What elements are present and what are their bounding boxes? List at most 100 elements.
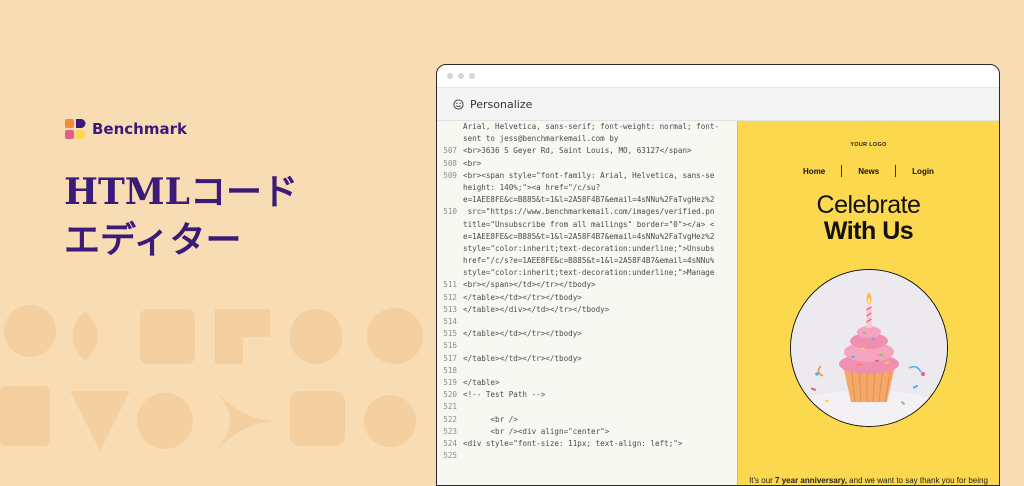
code-line[interactable]: e=1AEE8FE&c=B885&t=1&l=2A58F4B7&email=4s… <box>437 231 737 243</box>
benchmark-logo-icon <box>65 119 86 139</box>
preview-nav-news[interactable]: News <box>842 167 895 176</box>
html-code-editor[interactable]: Arial, Helvetica, sans-serif; font-weigh… <box>437 121 737 485</box>
preview-nav-login[interactable]: Login <box>896 167 950 176</box>
brand-logo: Benchmark <box>64 118 187 140</box>
editor-toolbar: Personalize <box>437 87 999 121</box>
smiley-icon[interactable] <box>453 98 464 110</box>
code-text[interactable]: <br><span style="font-family: Arial, Hel… <box>463 170 714 182</box>
code-line[interactable]: 514 <box>437 316 737 328</box>
code-text[interactable]: </table></td></tr></tbody> <box>463 353 582 365</box>
brand-name: Benchmark <box>92 120 187 138</box>
editor-window: Personalize Arial, Helvetica, sans-serif… <box>436 64 1000 486</box>
line-number <box>437 133 463 145</box>
line-number: 507 <box>443 146 457 156</box>
code-text[interactable]: src="https://www.benchmarkemail.com/imag… <box>463 206 715 218</box>
code-text[interactable]: title="Unsubscribe from all mailings" bo… <box>463 219 714 231</box>
code-text[interactable]: <!-- Test Path --> <box>463 389 545 401</box>
code-line[interactable]: 513 </table></div></td></tr></tbody> <box>437 304 737 316</box>
line-number: 512 <box>443 292 457 302</box>
decorative-shapes <box>0 305 423 451</box>
preview-logo-text: YOUR LOGO <box>850 142 887 148</box>
code-line[interactable]: 516 <box>437 340 737 352</box>
code-line[interactable]: Arial, Helvetica, sans-serif; font-weigh… <box>437 121 737 133</box>
preview-title-line-2: With Us <box>823 217 914 245</box>
code-line[interactable]: 509 <br><span style="font-family: Arial, … <box>437 170 737 182</box>
code-text[interactable]: e=1AEE8FE&c=B885&t=1&l=2A58F4B7&email=4s… <box>463 231 714 243</box>
page-headline: HTMLコード エディター <box>64 168 364 264</box>
code-text[interactable]: Arial, Helvetica, sans-serif; font-weigh… <box>463 121 719 133</box>
line-number <box>437 255 463 267</box>
line-number <box>437 243 463 255</box>
window-dot-icon <box>458 73 464 79</box>
line-number: 518 <box>443 365 457 375</box>
code-line[interactable]: 522 <br /> <box>437 414 737 426</box>
line-number: 508 <box>443 158 457 168</box>
email-preview: YOUR LOGO Home News Login Celebrate With… <box>737 121 999 485</box>
preview-message: It's our 7 year anniversary, and we want… <box>748 475 989 485</box>
code-text[interactable]: <br /> <box>463 414 517 426</box>
line-number: 514 <box>443 317 457 326</box>
code-line[interactable]: 524 <div style="font-size: 11px; text-ali… <box>437 438 737 450</box>
code-text[interactable]: <br></span></td></tr></tbody> <box>463 279 596 291</box>
line-number: 516 <box>443 341 457 351</box>
personalize-button[interactable]: Personalize <box>470 98 532 111</box>
code-line[interactable]: style="color:inherit;text-decoration:und… <box>437 267 737 279</box>
code-line[interactable]: 517 </table></td></tr></tbody> <box>437 353 737 365</box>
line-number: 520 <box>443 390 457 400</box>
code-line[interactable]: title="Unsubscribe from all mailings" bo… <box>437 219 737 231</box>
line-number <box>437 121 463 133</box>
preview-title-line-1: Celebrate <box>816 191 921 219</box>
code-text[interactable]: href="/c/s?e=1AEE8FE&c=B885&t=1&l=2A58F4… <box>463 255 714 267</box>
line-number <box>437 194 463 206</box>
code-line[interactable]: 510 src="https://www.benchmarkemail.com/… <box>437 206 737 218</box>
code-text[interactable]: </table></div></td></tr></tbody> <box>463 304 609 316</box>
code-text[interactable]: <br>3636 S Geyer Rd, Saint Louis, MO, 63… <box>463 145 692 157</box>
code-text[interactable]: e=1AEE8FE&c=B885&t=1&l=2A58F4B7&email=4s… <box>463 194 714 206</box>
code-line[interactable]: 507 <br>3636 S Geyer Rd, Saint Louis, MO,… <box>437 145 737 157</box>
code-text[interactable]: style="color:inherit;text-decoration:und… <box>463 243 714 255</box>
line-number <box>437 267 463 279</box>
line-number: 525 <box>443 451 457 461</box>
code-line[interactable]: 508 <br> <box>437 158 737 170</box>
code-line[interactable]: 520 <!-- Test Path --> <box>437 389 737 401</box>
message-text-end: and we want to say thank you for being p… <box>849 476 988 485</box>
window-titlebar <box>437 65 999 87</box>
headline-line-2: エディター <box>64 219 242 261</box>
code-line[interactable]: 525 <box>437 450 737 462</box>
headline-line-1: HTMLコード <box>64 171 298 213</box>
code-text[interactable]: </table> <box>463 377 500 389</box>
code-line[interactable]: 511 <br></span></td></tr></tbody> <box>437 279 737 291</box>
code-text[interactable]: </table></td></tr></tbody> <box>463 292 582 304</box>
window-dot-icon <box>447 73 453 79</box>
code-line[interactable]: e=1AEE8FE&c=B885&t=1&l=2A58F4B7&email=4s… <box>437 194 737 206</box>
code-text[interactable]: <div style="font-size: 11px; text-align:… <box>463 438 682 450</box>
line-number: 509 <box>443 170 457 180</box>
window-dot-icon <box>469 73 475 79</box>
line-number: 515 <box>443 329 457 339</box>
line-number: 513 <box>443 304 457 314</box>
code-line[interactable]: 519 </table> <box>437 377 737 389</box>
line-number <box>437 219 463 231</box>
code-text[interactable]: <br> <box>463 158 481 170</box>
code-text[interactable]: height: 140%;"><a href="/c/su? <box>463 182 600 194</box>
line-number: 510 <box>443 207 457 217</box>
code-line[interactable]: 512 </table></td></tr></tbody> <box>437 292 737 304</box>
code-text[interactable]: </table></td></tr></tbody> <box>463 328 582 340</box>
code-line[interactable]: sent to jess@benchmarkemail.com by <box>437 133 737 145</box>
code-line[interactable]: href="/c/s?e=1AEE8FE&c=B885&t=1&l=2A58F4… <box>437 255 737 267</box>
code-line[interactable]: 523 <br /><div align="center"> <box>437 426 737 438</box>
code-text[interactable]: <br /><div align="center"> <box>463 426 609 438</box>
code-line[interactable]: 521 <box>437 401 737 413</box>
code-line[interactable]: height: 140%;"><a href="/c/su? <box>437 182 737 194</box>
line-number: 523 <box>443 426 457 436</box>
code-line[interactable]: 518 <box>437 365 737 377</box>
code-line[interactable]: 515 </table></td></tr></tbody> <box>437 328 737 340</box>
editor-panes: Arial, Helvetica, sans-serif; font-weigh… <box>437 121 999 485</box>
line-number: 519 <box>443 377 457 387</box>
code-text[interactable]: sent to jess@benchmarkemail.com by <box>463 133 618 145</box>
code-text[interactable]: style="color:inherit;text-decoration:und… <box>463 267 714 279</box>
line-number: 517 <box>443 353 457 363</box>
preview-nav-home[interactable]: Home <box>787 167 841 176</box>
code-line[interactable]: style="color:inherit;text-decoration:und… <box>437 243 737 255</box>
message-bold-text: 7 year anniversary, <box>775 476 847 485</box>
